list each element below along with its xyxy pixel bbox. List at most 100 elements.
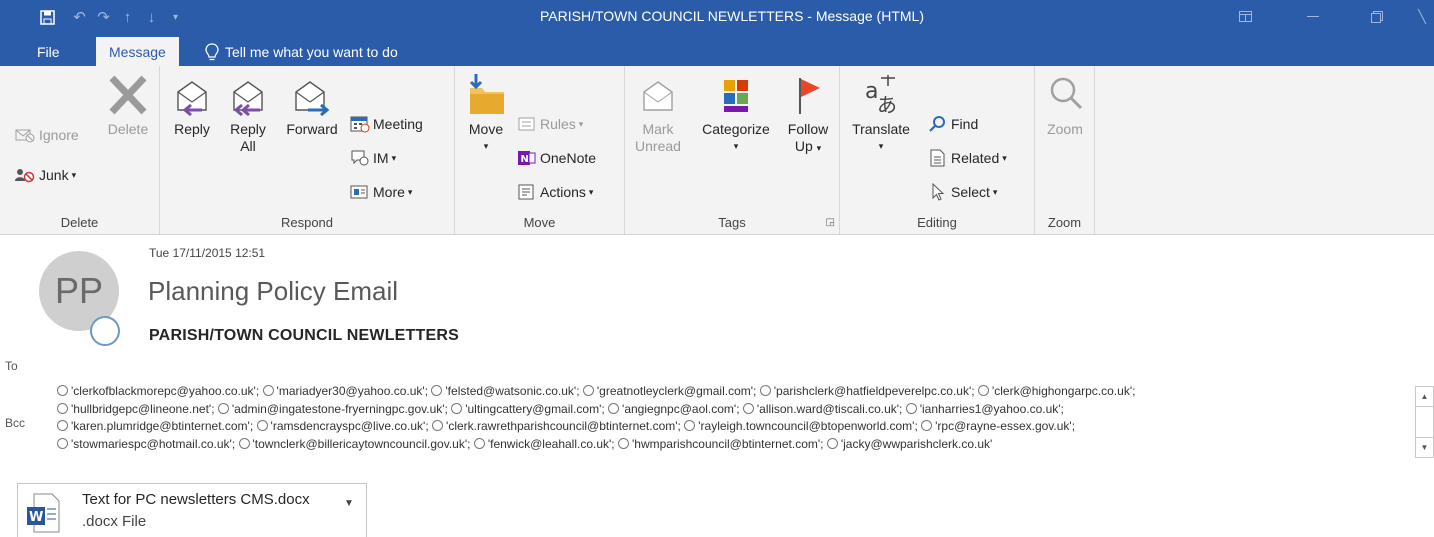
actions-button[interactable]: Actions ▾ — [517, 180, 593, 204]
meeting-button[interactable]: Meeting — [350, 112, 423, 136]
tab-file[interactable]: File — [24, 37, 73, 66]
reply-all-button[interactable]: Reply All — [224, 72, 272, 155]
recipient-email-text: 'mariadyer30@yahoo.co.uk'; — [276, 384, 429, 398]
zoom-label: Zoom — [1047, 121, 1083, 137]
recipient-address[interactable]: 'fenwick@leahall.co.uk'; — [473, 436, 615, 451]
previous-item-icon[interactable]: ↑ — [116, 6, 139, 28]
reply-button[interactable]: Reply — [168, 72, 216, 138]
recipient-address[interactable]: 'clerk@highongarpc.co.uk'; — [977, 384, 1135, 398]
recipient-email-text: 'hullbridgepc@lineone.net'; — [71, 401, 215, 416]
follow-up-label-1: Follow — [787, 121, 829, 137]
recipient-address[interactable]: 'parishclerk@hatfieldpeverelpc.co.uk'; — [759, 384, 975, 398]
recipient-email-text: 'townclerk@billericaytowncouncil.gov.uk'… — [252, 436, 471, 451]
presence-circle-icon — [608, 402, 620, 414]
recipient-email-text: 'parishclerk@hatfieldpeverelpc.co.uk'; — [773, 384, 975, 398]
im-button[interactable]: IM ▾ — [350, 146, 396, 170]
forward-button[interactable]: Forward — [280, 72, 344, 138]
junk-button[interactable]: Junk ▾ — [14, 163, 76, 187]
recipient-address[interactable]: 'karen.plumridge@btinternet.com'; — [57, 419, 253, 433]
move-label: Move — [468, 121, 504, 137]
attachment-dropdown-icon[interactable]: ▼ — [344, 498, 354, 509]
recipient-email-text: 'ianharries1@yahoo.co.uk'; — [919, 401, 1064, 416]
attachment-name: Text for PC newsletters CMS.docx — [82, 491, 310, 508]
scroll-down-icon[interactable]: ▼ — [1416, 437, 1433, 457]
recipient-address[interactable]: 'angiegnpc@aol.com'; — [608, 402, 740, 416]
attachment[interactable]: W Text for PC newsletters CMS.docx .docx… — [17, 483, 367, 537]
undo-icon[interactable]: ↶ — [68, 6, 91, 28]
zoom-button[interactable]: Zoom — [1041, 72, 1089, 138]
recipient-address[interactable]: 'greatnotleyclerk@gmail.com'; — [582, 384, 757, 398]
more-label: More — [373, 184, 405, 200]
follow-up-button[interactable]: Follow Up ▾ — [781, 72, 835, 157]
select-cursor-icon — [932, 183, 945, 201]
im-label: IM — [373, 150, 389, 166]
recipient-address[interactable]: 'stowmariespc@hotmail.co.uk'; — [57, 437, 235, 451]
delete-button[interactable]: Delete — [102, 72, 154, 138]
recipient-email-text: 'felsted@watsonic.co.uk'; — [445, 384, 580, 398]
respond-group-label: Respond — [280, 215, 334, 230]
recipient-row: 'karen.plumridge@btinternet.com'; 'ramsd… — [57, 418, 1397, 436]
translate-icon: aあ — [865, 75, 897, 117]
find-button[interactable]: Find — [928, 112, 978, 136]
avatar-initials: PP — [54, 270, 104, 311]
recipient-address[interactable]: 'hwmparishcouncil@btinternet.com'; — [617, 437, 824, 451]
mark-unread-label-2: Unread — [635, 138, 681, 154]
presence-circle-icon — [759, 385, 771, 396]
recipient-address[interactable]: 'townclerk@billericaytowncouncil.gov.uk'… — [238, 436, 471, 451]
ignore-label: Ignore — [39, 127, 79, 143]
next-item-icon[interactable]: ↓ — [140, 6, 163, 28]
recipient-address[interactable]: 'ianharries1@yahoo.co.uk'; — [905, 401, 1064, 416]
presence-status-icon — [90, 316, 120, 346]
respond-group: Reply Reply All Forward Meeting IM ▾ Mor… — [160, 66, 455, 234]
select-label: Select — [951, 184, 990, 200]
recipient-address[interactable]: 'rayleigh.towncouncil@btopenworld.com'; — [684, 419, 918, 433]
onenote-button[interactable]: N OneNote — [517, 146, 596, 170]
close-icon[interactable]: ╲ — [1410, 0, 1434, 33]
delete-group-label: Delete — [60, 215, 99, 230]
tab-message[interactable]: Message — [96, 37, 179, 66]
recipient-address[interactable]: 'clerk.rawrethparishcouncil@btinternet.c… — [432, 419, 681, 433]
minimize-icon[interactable] — [1290, 0, 1336, 33]
recipient-email-text: 'greatnotleyclerk@gmail.com'; — [596, 384, 757, 398]
redo-icon[interactable]: ↷ — [92, 6, 115, 28]
sender-name[interactable]: Planning Policy Email — [148, 276, 398, 307]
move-button[interactable]: Move ▾ — [461, 72, 511, 155]
more-button[interactable]: More ▾ — [350, 180, 412, 204]
select-button[interactable]: Select ▾ — [928, 180, 997, 204]
scroll-up-icon[interactable]: ▲ — [1416, 387, 1433, 407]
title-bar: ↶ ↷ ↑ ↓ ▾ PARISH/TOWN COUNCIL NEWLETTERS… — [0, 0, 1434, 33]
recipient-scrollbar[interactable]: ▲ ▼ — [1415, 386, 1434, 458]
tags-group-label: Tags — [718, 215, 746, 230]
recipient-address[interactable]: 'ultingcattery@gmail.com'; — [451, 402, 605, 416]
translate-dropdown-icon: ▾ — [878, 141, 884, 151]
categorize-button[interactable]: Categorize ▾ — [695, 72, 777, 155]
recipient-email-text: 'stowmariespc@hotmail.co.uk'; — [71, 436, 236, 451]
ignore-icon — [15, 129, 35, 143]
recipient-address[interactable]: 'allison.ward@tiscali.co.uk'; — [742, 402, 902, 416]
recipient-email-text: 'fenwick@leahall.co.uk'; — [487, 436, 615, 451]
mark-unread-button[interactable]: Mark Unread — [633, 72, 683, 155]
ribbon-tabs: File Message Tell me what you want to do — [0, 33, 1434, 66]
restore-icon[interactable] — [1354, 0, 1400, 33]
recipient-address[interactable]: 'rpc@rayne-essex.gov.uk'; — [921, 419, 1075, 433]
ribbon-display-options-icon[interactable] — [1222, 0, 1268, 33]
recipient-address[interactable]: 'mariadyer30@yahoo.co.uk'; — [262, 384, 429, 398]
ignore-button[interactable]: Ignore — [14, 123, 79, 147]
recipient-address[interactable]: 'ramsdencrayspc@live.co.uk'; — [256, 419, 429, 433]
delete-label: Delete — [107, 121, 149, 137]
related-dropdown-icon: ▾ — [1002, 152, 1007, 163]
onenote-icon: N — [518, 151, 536, 165]
presence-circle-icon — [57, 437, 68, 449]
save-icon[interactable] — [36, 6, 59, 28]
customize-qat-icon[interactable]: ▾ — [164, 6, 187, 28]
translate-button[interactable]: aあ Translate ▾ — [846, 72, 916, 155]
recipient-address[interactable]: 'felsted@watsonic.co.uk'; — [431, 384, 580, 398]
recipient-address[interactable]: 'jacky@wwparishclerk.co.uk' — [826, 437, 992, 451]
related-button[interactable]: Related ▾ — [928, 146, 1007, 170]
rules-button[interactable]: Rules ▾ — [517, 112, 583, 136]
meeting-icon — [350, 116, 370, 133]
recipient-address[interactable]: 'admin@ingatestone-fryerningpc.gov.uk'; — [217, 402, 448, 416]
recipient-address[interactable]: 'clerkofblackmorepc@yahoo.co.uk'; — [57, 384, 259, 398]
recipient-address[interactable]: 'hullbridgepc@lineone.net'; — [57, 402, 215, 416]
tell-me-search[interactable]: Tell me what you want to do — [205, 37, 398, 66]
